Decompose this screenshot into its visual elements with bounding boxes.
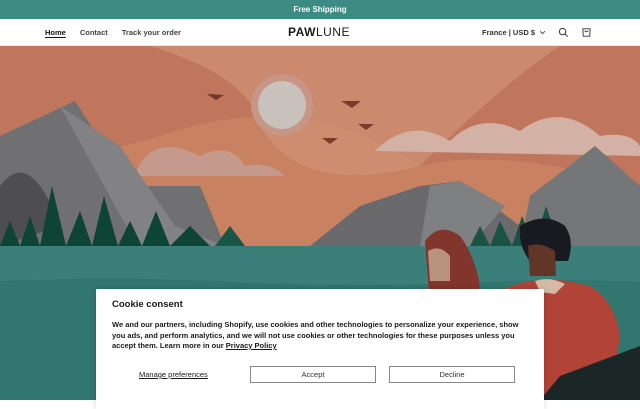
- chevron-down-icon: [539, 30, 546, 34]
- locale-label: France | USD $: [482, 27, 535, 37]
- announcement-text: Free Shipping: [293, 5, 347, 14]
- site-logo[interactable]: PAW LUNE: [288, 19, 350, 45]
- nav-home[interactable]: Home: [45, 28, 66, 37]
- privacy-policy-link[interactable]: Privacy Policy: [226, 341, 277, 350]
- header-actions: France | USD $: [482, 19, 592, 45]
- search-icon[interactable]: [558, 27, 569, 38]
- logo-part2: LUNE: [315, 25, 350, 39]
- main-nav: Home Contact Track your order: [45, 19, 181, 45]
- accept-button[interactable]: Accept: [250, 366, 376, 383]
- nav-track-order[interactable]: Track your order: [122, 28, 181, 37]
- cookie-body: We and our partners, including Shopify, …: [112, 320, 528, 352]
- cookie-title: Cookie consent: [112, 299, 183, 310]
- cookie-consent-dialog: Cookie consent We and our partners, incl…: [96, 289, 544, 409]
- decline-button[interactable]: Decline: [389, 366, 515, 383]
- accept-label: Accept: [301, 370, 325, 379]
- cart-icon[interactable]: [581, 27, 592, 38]
- decline-label: Decline: [439, 370, 465, 379]
- locale-selector[interactable]: France | USD $: [482, 28, 546, 37]
- cookie-body-text: We and our partners, including Shopify, …: [112, 320, 519, 350]
- nav-contact[interactable]: Contact: [80, 28, 108, 37]
- manage-preferences-link[interactable]: Manage preferences: [139, 370, 208, 379]
- logo-part1: PAW: [288, 25, 316, 39]
- announcement-bar: Free Shipping: [0, 0, 640, 19]
- site-header: Home Contact Track your order PAW LUNE Fr…: [0, 19, 640, 46]
